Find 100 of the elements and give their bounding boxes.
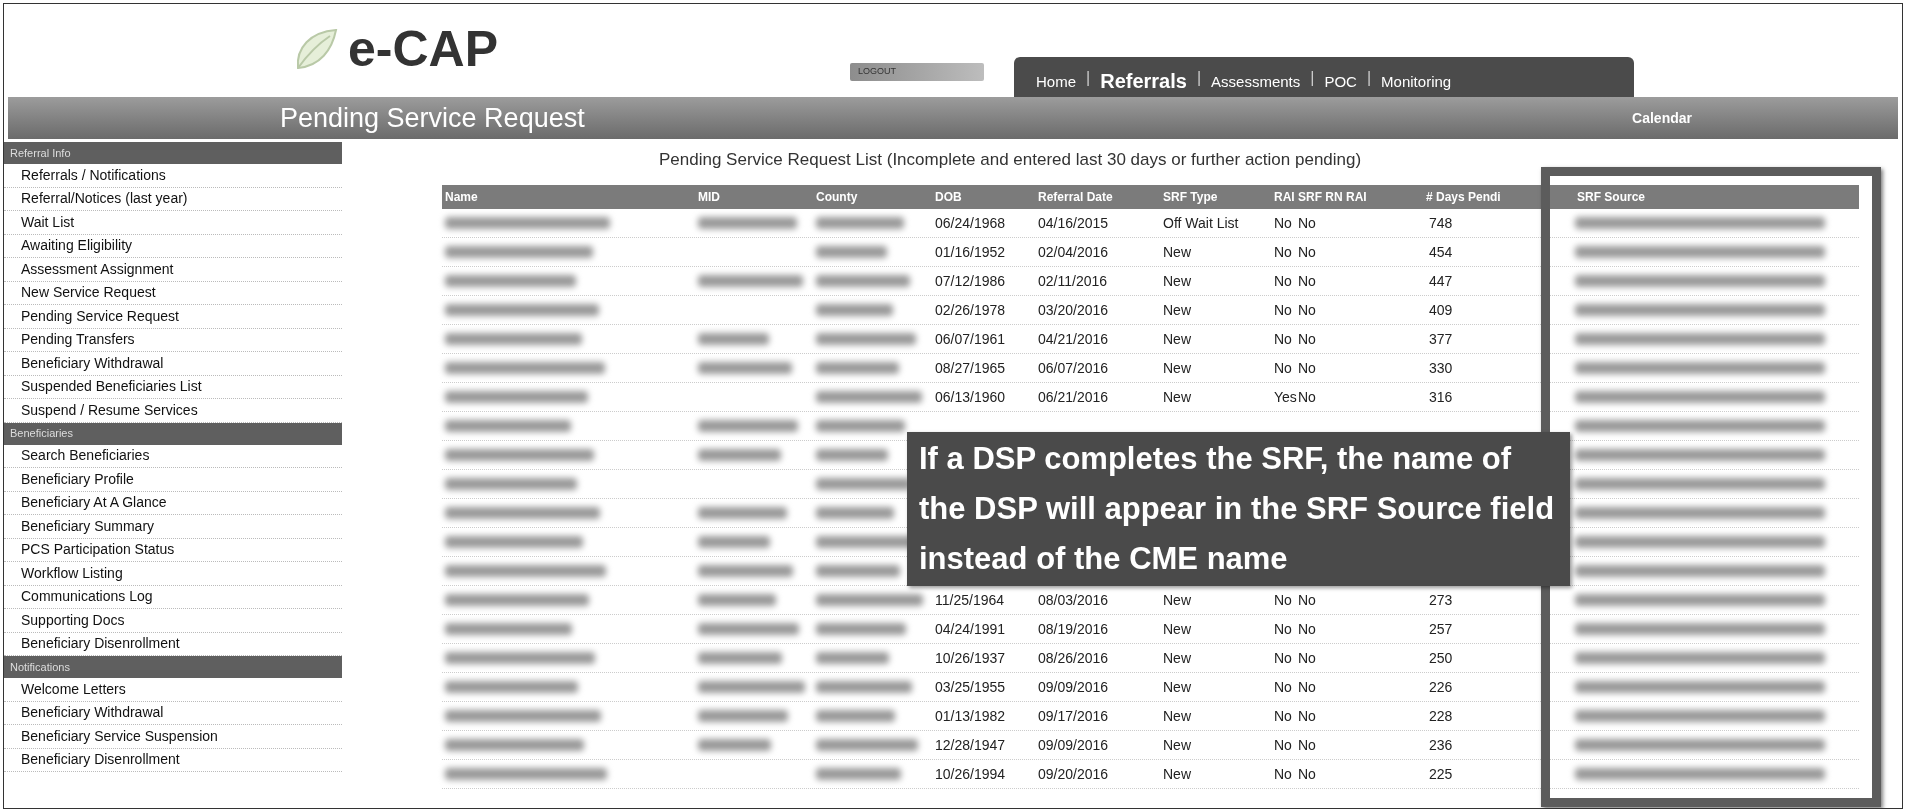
table-cell-text: No	[1297, 619, 1317, 639]
table-cell-text: New	[1162, 387, 1192, 407]
table-cell-text: No	[1297, 590, 1317, 610]
table-cell-text: 06/07/1961	[934, 329, 1007, 349]
table-cell-text: No	[1297, 242, 1317, 262]
table-cell-text: 257	[1428, 619, 1454, 639]
calendar-link[interactable]: Calendar	[1632, 107, 1692, 129]
table-cell-text: 06/21/2016	[1037, 387, 1110, 407]
table-cell-text: No	[1273, 764, 1293, 784]
sidebar-link[interactable]: Welcome Letters	[4, 678, 342, 702]
table-cell-text: No	[1273, 213, 1293, 233]
column-header: SRF RN RAI	[1297, 189, 1368, 206]
nav-tab[interactable]: Monitoring	[1381, 74, 1452, 91]
table-cell-text: 236	[1428, 735, 1454, 755]
table-cell-text: 11/25/1964	[934, 590, 1006, 610]
sidebar-link[interactable]: Beneficiary Withdrawal	[4, 352, 342, 376]
sidebar-link[interactable]: Suspend / Resume Services	[4, 399, 342, 423]
logo-text: e-CAP	[348, 23, 499, 74]
sidebar-link[interactable]: Communications Log	[4, 585, 342, 609]
table-cell-text: 07/12/1986	[934, 271, 1007, 291]
table-cell-text: 228	[1428, 706, 1454, 726]
nav-tab[interactable]: POC	[1324, 74, 1357, 91]
sidebar-link[interactable]: Referral/Notices (last year)	[4, 187, 342, 211]
sidebar-link[interactable]: New Service Request	[4, 281, 342, 305]
table-cell-text: 09/09/2016	[1037, 677, 1110, 697]
table-cell-text: 08/26/2016	[1037, 648, 1110, 668]
table-cell-text: New	[1162, 271, 1192, 291]
table-cell-text: No	[1273, 648, 1293, 668]
page-title: Pending Service Request	[280, 101, 585, 135]
sidebar-link[interactable]: Pending Service Request	[4, 305, 342, 329]
table-cell-text: No	[1297, 213, 1317, 233]
sidebar-link[interactable]: Beneficiary Disenrollment	[4, 748, 342, 772]
nav-tab[interactable]: Home	[1036, 74, 1077, 91]
table-cell-text: 447	[1428, 271, 1454, 291]
nav-separator: |	[1196, 68, 1202, 88]
table-cell-text: 08/27/1965	[934, 358, 1007, 378]
column-header: County	[815, 189, 859, 206]
column-header: RAI	[1273, 189, 1295, 206]
callout-note: If a DSP completes the SRF, the name of the DSP will appear in the SRF Source field instead of the CME name	[907, 432, 1570, 586]
table-cell-text: 06/07/2016	[1037, 358, 1110, 378]
table-cell-text: No	[1273, 677, 1293, 697]
table-cell-text: 03/25/1955	[934, 677, 1007, 697]
table-cell-text: Off Wait List	[1162, 213, 1240, 233]
table-cell-text: 04/24/1991	[934, 619, 1007, 639]
column-header: Name	[444, 189, 479, 206]
table-cell-text: New	[1162, 735, 1192, 755]
logout-button[interactable]: LOGOUT	[850, 63, 985, 81]
nav-tab[interactable]: Referrals	[1100, 71, 1187, 91]
sidebar-link[interactable]: Suspended Beneficiaries List	[4, 375, 342, 399]
table-cell-text: 10/26/1994	[934, 764, 1007, 784]
table-cell-text: No	[1273, 706, 1293, 726]
nav-tab[interactable]: Assessments	[1211, 74, 1301, 91]
sidebar-link[interactable]: Beneficiary Summary	[4, 515, 342, 539]
table-cell-text: 330	[1428, 358, 1454, 378]
table-cell-text: 454	[1428, 242, 1454, 262]
table-cell-text: 06/13/1960	[934, 387, 1007, 407]
table-cell-text: 225	[1428, 764, 1454, 784]
sidebar-heading: Beneficiaries	[4, 422, 342, 445]
table-cell-text: 250	[1428, 648, 1454, 668]
table-cell-text: 09/09/2016	[1037, 735, 1110, 755]
sidebar-link[interactable]: Beneficiary Withdrawal	[4, 701, 342, 725]
table-cell-text: New	[1162, 706, 1192, 726]
table-cell-text: 03/20/2016	[1037, 300, 1110, 320]
table-cell-text: No	[1273, 358, 1293, 378]
list-title: Pending Service Request List (Incomplete and entered last 30 days or further action pending)	[659, 149, 1363, 171]
table-cell-text: No	[1273, 300, 1293, 320]
sidebar-link[interactable]: Wait List	[4, 211, 342, 235]
column-header: # Days Pendi	[1425, 189, 1502, 206]
column-header: DOB	[934, 189, 963, 206]
sidebar-link[interactable]: Awaiting Eligibility	[4, 234, 342, 258]
table-cell-text: 09/20/2016	[1037, 764, 1110, 784]
nav-separator: |	[1366, 68, 1372, 88]
sidebar-link[interactable]: PCS Participation Status	[4, 538, 342, 562]
table-cell-text: 377	[1428, 329, 1454, 349]
sidebar-link[interactable]: Pending Transfers	[4, 328, 342, 352]
sidebar-link[interactable]: Beneficiary Service Suspension	[4, 725, 342, 749]
table-cell-text: No	[1273, 590, 1293, 610]
table-cell-text: No	[1273, 619, 1293, 639]
table-cell-text: 08/03/2016	[1037, 590, 1110, 610]
table-cell-text: 12/28/1947	[934, 735, 1007, 755]
column-header: SRF Source	[1576, 189, 1646, 206]
sidebar-link[interactable]: Referrals / Notifications	[4, 164, 342, 188]
table-cell-text: No	[1297, 677, 1317, 697]
table-cell-text: 06/24/1968	[934, 213, 1007, 233]
sidebar-link[interactable]: Workflow Listing	[4, 562, 342, 586]
table-cell-text: No	[1273, 329, 1293, 349]
table-cell-text: No	[1297, 764, 1317, 784]
table-cell-text: No	[1273, 242, 1293, 262]
table-cell-text: 273	[1428, 590, 1454, 610]
sidebar-link[interactable]: Supporting Docs	[4, 609, 342, 633]
sidebar-link[interactable]: Beneficiary Profile	[4, 468, 342, 492]
table-cell-text: No	[1297, 706, 1317, 726]
nav-separator: |	[1086, 68, 1091, 88]
sidebar-link[interactable]: Assessment Assignment	[4, 258, 342, 282]
sidebar-link[interactable]: Search Beneficiaries	[4, 444, 342, 468]
table-cell-text: New	[1162, 300, 1192, 320]
table-cell-text: 02/04/2016	[1037, 242, 1110, 262]
table-cell-text: No	[1297, 329, 1317, 349]
table-cell-text: 02/11/2016	[1037, 271, 1109, 291]
sidebar-link[interactable]: Beneficiary At A Glance	[4, 491, 342, 515]
